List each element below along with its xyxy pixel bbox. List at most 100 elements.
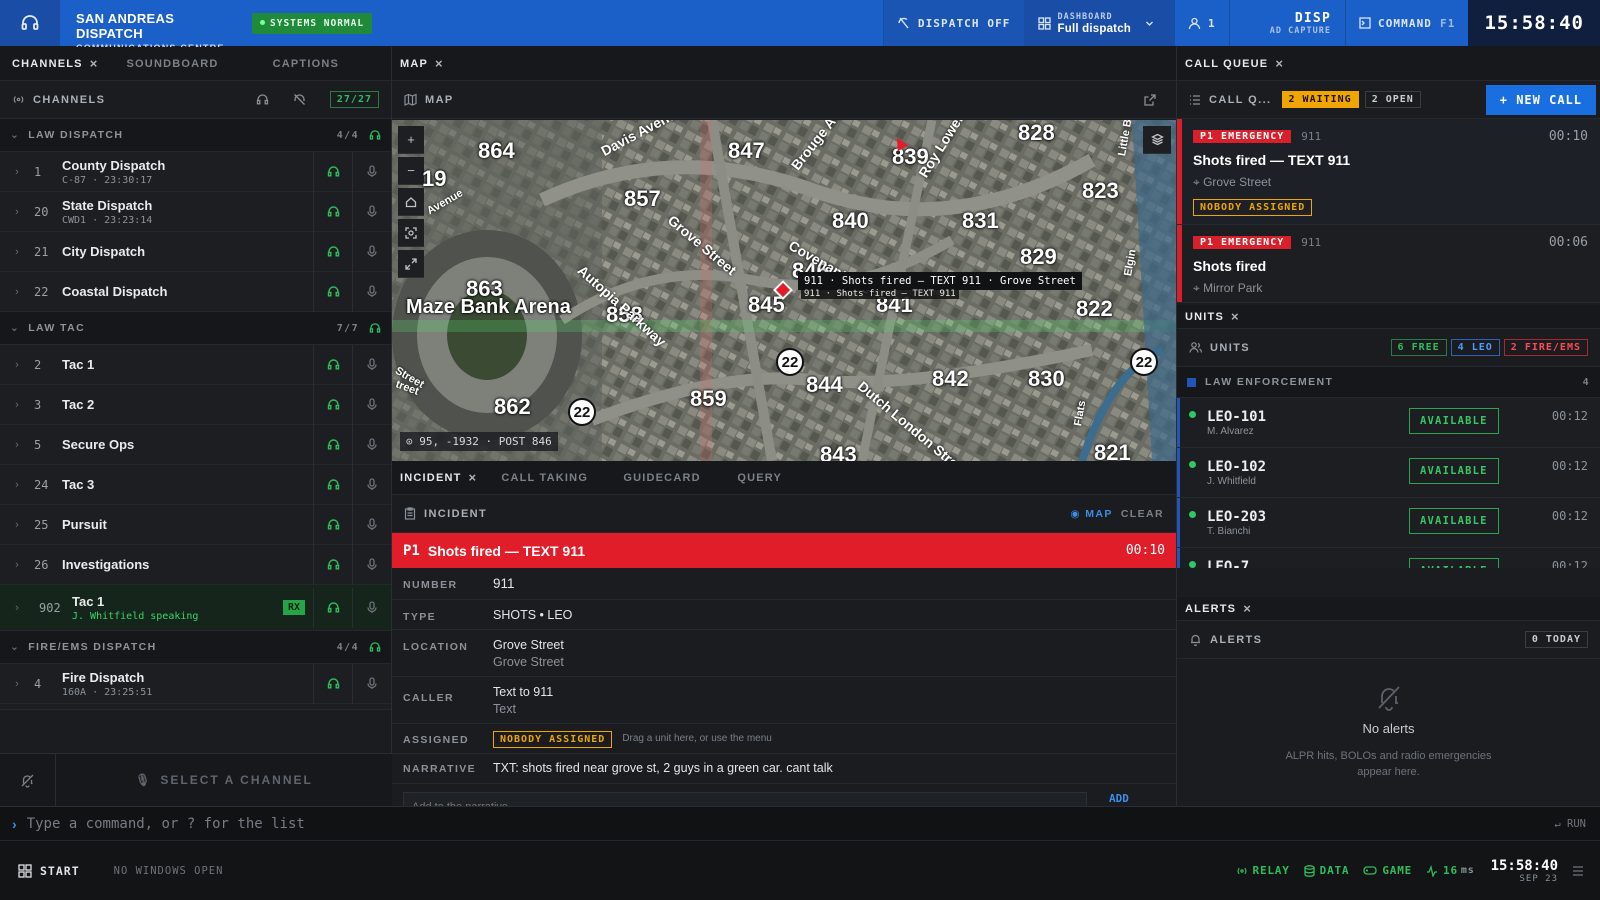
- zoom-out-button[interactable]: −: [398, 157, 424, 185]
- channel-row[interactable]: › 5 Secure Ops: [0, 424, 391, 465]
- headset-button[interactable]: [0, 0, 60, 46]
- tab-guidecard[interactable]: GUIDECARD: [611, 461, 725, 495]
- add-narrative-button[interactable]: ADD: [1109, 792, 1129, 805]
- tab-units[interactable]: UNITS ×: [1177, 305, 1252, 329]
- tab-alerts[interactable]: ALERTS ×: [1177, 597, 1264, 621]
- tab-map[interactable]: MAP ×: [392, 47, 456, 81]
- headset-icon[interactable]: [369, 322, 381, 334]
- transmit-mic-icon[interactable]: [352, 271, 391, 312]
- channel-row[interactable]: › 4 Fire Dispatch 160A · 23:25:51: [0, 663, 391, 704]
- new-call-button[interactable]: + NEW CALL: [1485, 84, 1596, 115]
- transmit-mic-icon[interactable]: [352, 384, 391, 425]
- start-button[interactable]: START: [18, 864, 80, 878]
- chevron-right-icon[interactable]: ›: [0, 519, 34, 531]
- channel-row[interactable]: › 1 County Dispatch C-87 · 23:30:17: [0, 151, 391, 192]
- transmit-mic-icon[interactable]: [352, 424, 391, 465]
- locate-button[interactable]: [398, 219, 424, 247]
- narrative-input[interactable]: [403, 792, 1087, 806]
- home-button[interactable]: [398, 188, 424, 216]
- unit-row[interactable]: LEO-7D. Okafor (Sgt.) AVAILABLE 00:12: [1177, 548, 1600, 568]
- channel-row[interactable]: › 25 Pursuit: [0, 504, 391, 545]
- nobody-assigned-badge[interactable]: NOBODY ASSIGNED: [493, 731, 613, 748]
- unit-row[interactable]: LEO-101 M. Alvarez AVAILABLE 00:12: [1177, 398, 1600, 448]
- unit-status-button[interactable]: AVAILABLE: [1409, 458, 1499, 484]
- headset-off-icon[interactable]: [293, 93, 306, 106]
- popout-icon[interactable]: [1144, 93, 1156, 106]
- channel-row[interactable]: › 22 Coastal Dispatch: [0, 271, 391, 312]
- select-channel-prompt[interactable]: 🎙 SELECT A CHANNEL: [56, 773, 392, 787]
- clear-button[interactable]: CLEAR: [1121, 508, 1164, 520]
- close-icon[interactable]: ×: [1243, 601, 1252, 616]
- channel-row[interactable]: › 20 State Dispatch CWD1 · 23:23:14: [0, 191, 391, 232]
- field-value[interactable]: 911: [493, 568, 1165, 599]
- unit-row[interactable]: LEO-102 J. Whitfield AVAILABLE 00:12: [1177, 448, 1600, 498]
- channel-row-partial[interactable]: [0, 704, 391, 710]
- close-icon[interactable]: ×: [1231, 309, 1240, 324]
- headset-icon[interactable]: [369, 641, 381, 653]
- call-item[interactable]: P1 EMERGENCY 911 00:10 Shots fired — TEXT …: [1177, 119, 1600, 225]
- chevron-right-icon[interactable]: ›: [0, 559, 34, 571]
- tab-incident[interactable]: INCIDENT ×: [392, 461, 489, 495]
- transmit-mic-icon[interactable]: [352, 191, 391, 232]
- channel-row[interactable]: › 3 Tac 2: [0, 384, 391, 425]
- chevron-right-icon[interactable]: ›: [0, 602, 34, 614]
- layers-button[interactable]: [1143, 126, 1171, 154]
- chevron-right-icon[interactable]: ›: [0, 246, 34, 258]
- close-icon[interactable]: ×: [469, 470, 478, 485]
- field-value[interactable]: Grove Street Grove Street: [493, 630, 1165, 676]
- chevron-right-icon[interactable]: ›: [0, 206, 34, 218]
- close-icon[interactable]: ×: [435, 56, 444, 71]
- transmit-mic-icon[interactable]: [352, 663, 391, 704]
- channel-row[interactable]: › 26 Investigations: [0, 544, 391, 585]
- chevron-right-icon[interactable]: ›: [0, 439, 34, 451]
- map-view[interactable]: + − 864 847 839 828 857 840 823 831 829 846 863 858…: [392, 120, 1176, 461]
- call-item[interactable]: P1 EMERGENCY 911 00:06 Shots fired ⌖ Mirro…: [1177, 225, 1600, 303]
- group-law-enforcement[interactable]: LAW ENFORCEMENT 4: [1177, 367, 1600, 398]
- monitor-headset-icon[interactable]: [313, 663, 352, 704]
- chevron-right-icon[interactable]: ›: [0, 479, 34, 491]
- unit-status-button[interactable]: AVAILABLE: [1409, 558, 1499, 568]
- monitor-headset-icon[interactable]: [313, 151, 352, 192]
- monitor-headset-icon[interactable]: [313, 464, 352, 505]
- chevron-right-icon[interactable]: ›: [0, 399, 34, 411]
- monitor-headset-icon[interactable]: [313, 384, 352, 425]
- map-link[interactable]: ◉ MAP: [1070, 508, 1112, 520]
- role-indicator[interactable]: DISP AD CAPTURE: [1228, 0, 1345, 46]
- chevron-right-icon[interactable]: ›: [0, 166, 34, 178]
- headset-icon[interactable]: [256, 93, 269, 106]
- transmit-mic-icon[interactable]: [352, 344, 391, 385]
- tab-call-queue[interactable]: CALL QUEUE ×: [1177, 47, 1296, 81]
- zoom-in-button[interactable]: +: [398, 126, 424, 154]
- command-input[interactable]: [26, 815, 1555, 832]
- group-law-dispatch[interactable]: ⌄ LAW DISPATCH 4/4: [0, 119, 391, 152]
- headset-icon[interactable]: [369, 129, 381, 141]
- transmit-mic-icon[interactable]: [352, 231, 391, 272]
- transmit-mic-icon[interactable]: [352, 464, 391, 505]
- close-icon[interactable]: ×: [90, 56, 99, 71]
- monitor-headset-icon[interactable]: [313, 231, 352, 272]
- game-status[interactable]: GAME: [1363, 864, 1412, 877]
- run-button[interactable]: ↵ RUN: [1554, 818, 1586, 830]
- field-value[interactable]: Text to 911 Text: [493, 677, 1165, 723]
- transmit-mic-icon[interactable]: [352, 544, 391, 585]
- command-button[interactable]: COMMAND F1: [1344, 0, 1469, 46]
- channel-row[interactable]: › 2 Tac 1: [0, 344, 391, 385]
- chevron-right-icon[interactable]: ›: [0, 286, 34, 298]
- dispatch-off-button[interactable]: DISPATCH OFF: [882, 0, 1024, 46]
- tab-call-taking[interactable]: CALL TAKING: [489, 461, 611, 495]
- monitor-headset-icon[interactable]: [313, 504, 352, 545]
- group-fire-ems-dispatch[interactable]: ⌄ FIRE/EMS DISPATCH 4/4: [0, 631, 391, 664]
- monitor-headset-icon[interactable]: [313, 544, 352, 585]
- transmit-mic-icon[interactable]: [352, 587, 391, 628]
- monitor-headset-icon[interactable]: [313, 587, 352, 628]
- transmit-mic-icon[interactable]: [352, 504, 391, 545]
- fullscreen-button[interactable]: [398, 250, 424, 278]
- close-icon[interactable]: ×: [1275, 56, 1284, 71]
- channel-row[interactable]: › 902 Tac 1 J. Whitfield speaking RX: [0, 585, 391, 631]
- tab-query[interactable]: QUERY: [725, 461, 794, 495]
- group-law-tac[interactable]: ⌄ LAW TAC 7/7: [0, 312, 391, 345]
- field-value[interactable]: SHOTS • LEO: [493, 600, 1165, 629]
- monitor-headset-icon[interactable]: [313, 424, 352, 465]
- unit-status-button[interactable]: AVAILABLE: [1409, 508, 1499, 534]
- mute-button[interactable]: [0, 753, 56, 807]
